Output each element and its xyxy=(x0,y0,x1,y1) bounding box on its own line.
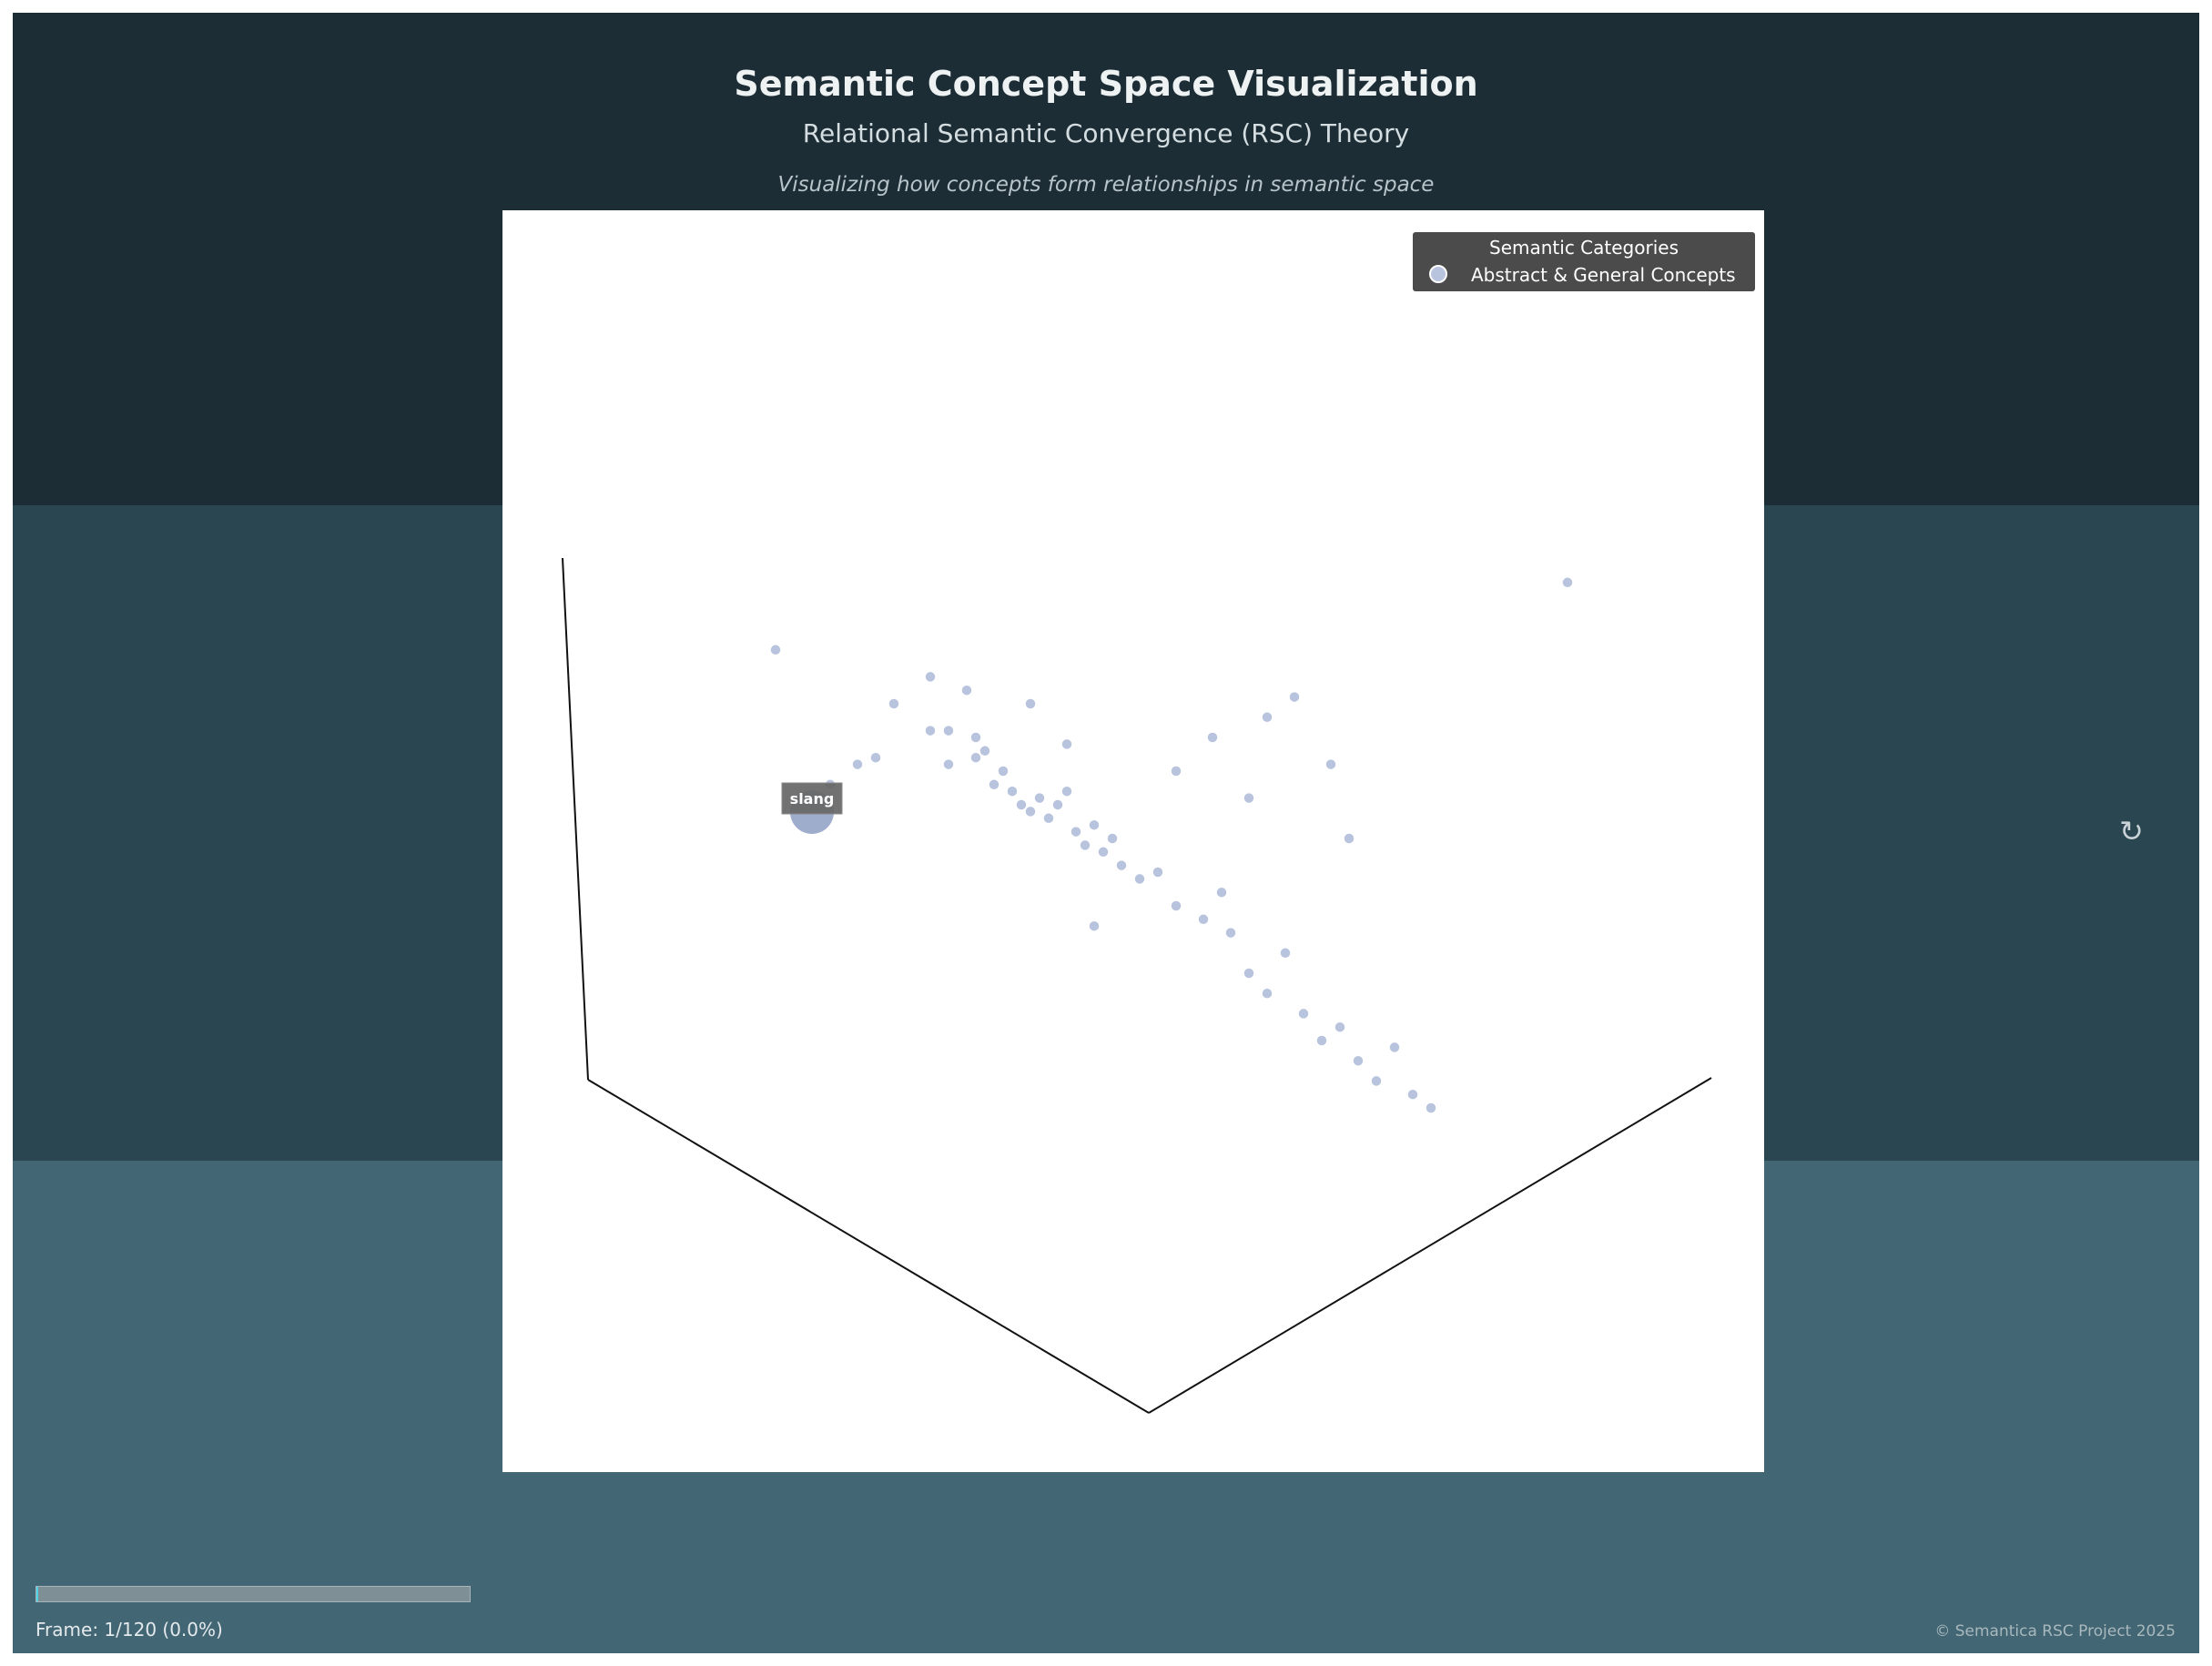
data-point[interactable] xyxy=(979,745,991,757)
data-point[interactable] xyxy=(942,724,955,737)
progress-fill xyxy=(36,1587,38,1601)
copyright-text: © Semantica RSC Project 2025 xyxy=(1934,1622,2176,1641)
data-point[interactable] xyxy=(1315,1034,1328,1047)
data-point[interactable] xyxy=(1279,947,1292,960)
data-point[interactable] xyxy=(960,684,973,696)
data-point[interactable] xyxy=(1060,785,1073,797)
page-tagline: Visualizing how concepts form relationsh… xyxy=(777,173,1435,197)
data-point[interactable] xyxy=(1170,765,1182,777)
data-point[interactable] xyxy=(997,765,1010,777)
app-frame: Semantic Concept Space Visualization Rel… xyxy=(13,13,2199,1653)
page-title: Semantic Concept Space Visualization xyxy=(734,64,1478,104)
data-point[interactable] xyxy=(1406,1088,1419,1101)
data-point[interactable] xyxy=(1261,987,1273,1000)
data-point[interactable] xyxy=(1425,1102,1437,1114)
data-point[interactable] xyxy=(1152,866,1164,879)
progress-bar[interactable] xyxy=(36,1586,471,1602)
plot-canvas[interactable]: slang xyxy=(502,210,1764,1472)
data-point[interactable] xyxy=(769,644,782,656)
axes-frame xyxy=(562,557,1712,1414)
data-point[interactable] xyxy=(1197,913,1210,926)
data-point[interactable] xyxy=(1006,785,1019,797)
data-point[interactable] xyxy=(1224,926,1237,940)
legend-entry-label: Abstract & General Concepts xyxy=(1471,264,1736,286)
rotate-icon[interactable]: ↻ xyxy=(2119,814,2144,848)
data-point[interactable] xyxy=(1133,872,1146,886)
data-point[interactable] xyxy=(1079,838,1091,852)
data-point[interactable] xyxy=(924,724,937,737)
frame-counter: Frame: 1/120 (0.0%) xyxy=(36,1619,223,1641)
data-point[interactable] xyxy=(988,778,1000,791)
data-point[interactable] xyxy=(1288,690,1301,704)
scatter-plot-3d[interactable]: slang Semantic Categories Abstract & Gen… xyxy=(502,210,1764,1472)
data-point[interactable] xyxy=(1215,886,1228,899)
data-points xyxy=(769,576,1574,1114)
legend-title: Semantic Categories xyxy=(1489,237,1679,259)
data-point[interactable] xyxy=(851,757,864,771)
data-point[interactable] xyxy=(1060,737,1073,751)
data-point[interactable] xyxy=(1370,1074,1383,1088)
data-point[interactable] xyxy=(1561,576,1574,589)
data-point[interactable] xyxy=(969,731,982,744)
data-point[interactable] xyxy=(1243,967,1255,980)
data-point[interactable] xyxy=(1088,818,1101,831)
data-point[interactable] xyxy=(869,751,882,764)
data-point[interactable] xyxy=(1334,1021,1346,1033)
data-point[interactable] xyxy=(1051,798,1064,811)
data-point[interactable] xyxy=(1388,1041,1401,1054)
y-axis-line xyxy=(1148,1077,1712,1414)
data-point[interactable] xyxy=(1088,919,1101,932)
data-point[interactable] xyxy=(924,670,937,684)
data-point[interactable] xyxy=(1097,846,1110,858)
data-point[interactable] xyxy=(1024,697,1037,710)
data-point[interactable] xyxy=(888,697,900,710)
data-point[interactable] xyxy=(1352,1054,1365,1067)
legend: Semantic Categories Abstract & General C… xyxy=(1413,232,1755,291)
data-point[interactable] xyxy=(1070,825,1082,838)
page-subtitle: Relational Semantic Convergence (RSC) Th… xyxy=(802,118,1410,148)
data-point[interactable] xyxy=(1106,832,1119,845)
data-point[interactable] xyxy=(1206,731,1219,744)
data-point[interactable] xyxy=(1115,858,1128,872)
legend-marker xyxy=(1429,265,1447,283)
highlight-label: slang xyxy=(790,790,835,808)
highlighted-concept[interactable]: slang xyxy=(781,782,843,834)
data-point[interactable] xyxy=(1170,899,1182,912)
data-point[interactable] xyxy=(1042,812,1055,825)
data-point[interactable] xyxy=(1261,711,1273,724)
data-point[interactable] xyxy=(1024,805,1037,818)
data-point[interactable] xyxy=(942,757,955,771)
data-point[interactable] xyxy=(1297,1007,1310,1021)
z-axis-line xyxy=(562,557,589,1081)
data-point[interactable] xyxy=(1243,791,1255,805)
data-point[interactable] xyxy=(1033,791,1046,805)
data-point[interactable] xyxy=(1343,832,1355,845)
x-axis-line xyxy=(587,1079,1150,1414)
data-point[interactable] xyxy=(1324,757,1337,771)
